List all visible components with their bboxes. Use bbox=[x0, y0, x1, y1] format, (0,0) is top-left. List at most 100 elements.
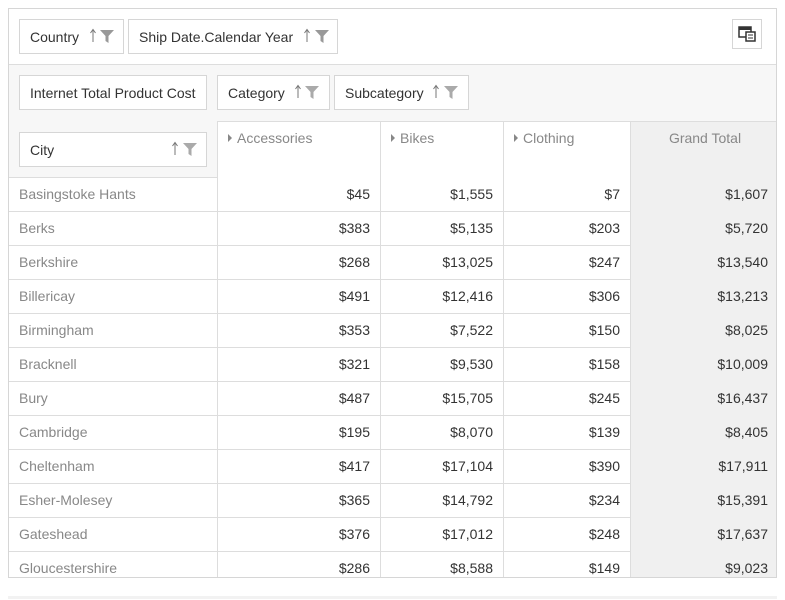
column-header-label: Accessories bbox=[237, 130, 313, 146]
table-cell: $321 bbox=[218, 348, 381, 382]
table-cell: $487 bbox=[218, 382, 381, 416]
row-header-city[interactable]: Gateshead bbox=[9, 518, 218, 552]
column-header-bikes[interactable]: Bikes bbox=[381, 122, 504, 179]
table-cell: $9,530 bbox=[381, 348, 504, 382]
pivot-body: Basingstoke Hants $45 $1,555 $7 $1,607 B… bbox=[9, 178, 776, 577]
city-row-field[interactable]: City bbox=[19, 132, 207, 167]
filter-fields-area: Country Ship Date.Calendar Year bbox=[9, 9, 776, 65]
table-cell: $195 bbox=[218, 416, 381, 450]
ship-date-field-label: Ship Date.Calendar Year bbox=[139, 28, 294, 45]
field-chooser-button[interactable] bbox=[732, 19, 762, 49]
sort-arrow-icon[interactable] bbox=[171, 141, 179, 155]
category-field-label: Category bbox=[228, 84, 285, 101]
grand-total-cell: $16,437 bbox=[631, 382, 776, 416]
table-cell: $353 bbox=[218, 314, 381, 348]
expand-triangle-icon[interactable] bbox=[391, 134, 395, 142]
grand-total-cell: $5,720 bbox=[631, 212, 776, 246]
table-cell: $14,792 bbox=[381, 484, 504, 518]
country-field-label: Country bbox=[30, 28, 80, 45]
grand-total-cell: $13,213 bbox=[631, 280, 776, 314]
city-field-label: City bbox=[30, 141, 55, 158]
table-cell: $17,104 bbox=[381, 450, 504, 484]
table-cell: $376 bbox=[218, 518, 381, 552]
category-column-field[interactable]: Category bbox=[217, 75, 330, 110]
sort-arrow-icon[interactable] bbox=[294, 84, 302, 98]
sort-arrow-icon[interactable] bbox=[89, 28, 97, 42]
row-header-city[interactable]: Birmingham bbox=[9, 314, 218, 348]
grand-total-cell: $17,911 bbox=[631, 450, 776, 484]
grand-total-cell: $17,637 bbox=[631, 518, 776, 552]
table-cell: $247 bbox=[504, 246, 631, 280]
table-cell: $149 bbox=[504, 552, 631, 577]
table-cell: $365 bbox=[218, 484, 381, 518]
table-row: Gloucestershire $286 $8,588 $149 $9,023 bbox=[9, 552, 776, 577]
column-header-accessories[interactable]: Accessories bbox=[218, 122, 381, 179]
sort-arrow-icon[interactable] bbox=[303, 28, 311, 42]
data-field[interactable]: Internet Total Product Cost bbox=[19, 75, 207, 110]
table-row: Bracknell $321 $9,530 $158 $10,009 bbox=[9, 348, 776, 382]
table-row: Cambridge $195 $8,070 $139 $8,405 bbox=[9, 416, 776, 450]
row-header-city[interactable]: Cambridge bbox=[9, 416, 218, 450]
row-header-city[interactable]: Basingstoke Hants bbox=[9, 178, 218, 212]
table-cell: $150 bbox=[504, 314, 631, 348]
table-cell: $1,555 bbox=[381, 178, 504, 212]
table-cell: $45 bbox=[218, 178, 381, 212]
table-cell: $383 bbox=[218, 212, 381, 246]
data-field-label: Internet Total Product Cost bbox=[30, 84, 196, 101]
filter-funnel-icon[interactable] bbox=[305, 86, 319, 99]
expand-triangle-icon[interactable] bbox=[228, 134, 232, 142]
table-cell: $139 bbox=[504, 416, 631, 450]
row-header-city[interactable]: Berks bbox=[9, 212, 218, 246]
subcategory-field-label: Subcategory bbox=[345, 84, 424, 101]
column-header-label: Clothing bbox=[523, 130, 575, 146]
table-cell: $12,416 bbox=[381, 280, 504, 314]
table-row: Birmingham $353 $7,522 $150 $8,025 bbox=[9, 314, 776, 348]
table-cell: $7,522 bbox=[381, 314, 504, 348]
column-header-clothing[interactable]: Clothing bbox=[504, 122, 631, 179]
sort-arrow-icon[interactable] bbox=[432, 84, 440, 98]
row-header-city[interactable]: Billericay bbox=[9, 280, 218, 314]
filter-funnel-icon[interactable] bbox=[183, 143, 197, 156]
expand-triangle-icon[interactable] bbox=[514, 134, 518, 142]
row-header-city[interactable]: Esher-Molesey bbox=[9, 484, 218, 518]
filter-funnel-icon[interactable] bbox=[444, 86, 458, 99]
table-cell: $7 bbox=[504, 178, 631, 212]
pivot-header-area: Internet Total Product Cost Category Sub… bbox=[9, 65, 776, 179]
row-header-city[interactable]: Bracknell bbox=[9, 348, 218, 382]
table-cell: $17,012 bbox=[381, 518, 504, 552]
table-cell: $13,025 bbox=[381, 246, 504, 280]
table-cell: $417 bbox=[218, 450, 381, 484]
table-row: Gateshead $376 $17,012 $248 $17,637 bbox=[9, 518, 776, 552]
table-cell: $15,705 bbox=[381, 382, 504, 416]
table-row: Cheltenham $417 $17,104 $390 $17,911 bbox=[9, 450, 776, 484]
table-cell: $8,588 bbox=[381, 552, 504, 577]
table-cell: $5,135 bbox=[381, 212, 504, 246]
table-cell: $245 bbox=[504, 382, 631, 416]
row-header-city[interactable]: Bury bbox=[9, 382, 218, 416]
field-chooser-icon bbox=[738, 26, 756, 42]
table-cell: $8,070 bbox=[381, 416, 504, 450]
table-cell: $248 bbox=[504, 518, 631, 552]
table-row: Berks $383 $5,135 $203 $5,720 bbox=[9, 212, 776, 246]
grand-total-cell: $8,405 bbox=[631, 416, 776, 450]
filter-funnel-icon[interactable] bbox=[100, 30, 114, 43]
grand-total-cell: $13,540 bbox=[631, 246, 776, 280]
grand-total-cell: $8,025 bbox=[631, 314, 776, 348]
grand-total-cell: $10,009 bbox=[631, 348, 776, 382]
country-filter-field[interactable]: Country bbox=[19, 19, 124, 54]
row-header-city[interactable]: Berkshire bbox=[9, 246, 218, 280]
table-row: Esher-Molesey $365 $14,792 $234 $15,391 bbox=[9, 484, 776, 518]
table-cell: $268 bbox=[218, 246, 381, 280]
filter-funnel-icon[interactable] bbox=[315, 30, 329, 43]
subcategory-column-field[interactable]: Subcategory bbox=[334, 75, 469, 110]
table-cell: $306 bbox=[504, 280, 631, 314]
table-cell: $203 bbox=[504, 212, 631, 246]
table-row: Bury $487 $15,705 $245 $16,437 bbox=[9, 382, 776, 416]
table-cell: $491 bbox=[218, 280, 381, 314]
row-header-city[interactable]: Gloucestershire bbox=[9, 552, 218, 577]
row-header-city[interactable]: Cheltenham bbox=[9, 450, 218, 484]
grand-total-cell: $1,607 bbox=[631, 178, 776, 212]
table-cell: $234 bbox=[504, 484, 631, 518]
column-header-label: Bikes bbox=[400, 130, 435, 146]
ship-date-filter-field[interactable]: Ship Date.Calendar Year bbox=[128, 19, 338, 54]
